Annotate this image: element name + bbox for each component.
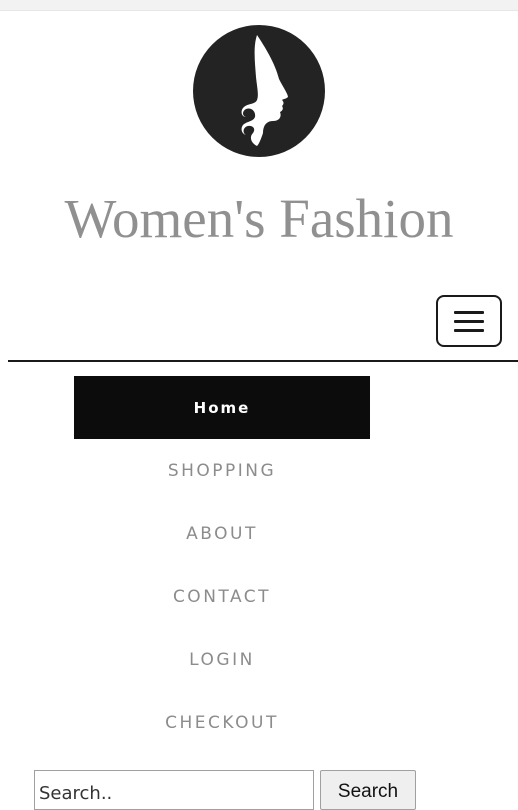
hamburger-menu-icon	[454, 319, 484, 323]
hamburger-menu-icon	[454, 310, 484, 314]
nav-item-shopping[interactable]: SHOPPING	[74, 439, 370, 502]
site-title: Women's Fashion	[64, 188, 454, 249]
hamburger-menu-icon	[454, 328, 484, 332]
nav-item-checkout[interactable]: CHECKOUT	[74, 691, 370, 754]
search-button[interactable]: Search	[320, 770, 416, 810]
nav-item-home[interactable]: Home	[74, 376, 370, 439]
main-nav: Home SHOPPING ABOUT CONTACT LOGIN CHECKO…	[74, 376, 370, 754]
search-input[interactable]	[34, 770, 314, 810]
nav-item-contact[interactable]: CONTACT	[74, 565, 370, 628]
nav-item-login[interactable]: LOGIN	[74, 628, 370, 691]
nav-divider	[8, 360, 518, 362]
woman-silhouette-logo-icon	[193, 25, 325, 157]
nav-item-about[interactable]: ABOUT	[74, 502, 370, 565]
top-strip	[0, 0, 518, 11]
menu-toggle-button[interactable]	[436, 295, 502, 347]
